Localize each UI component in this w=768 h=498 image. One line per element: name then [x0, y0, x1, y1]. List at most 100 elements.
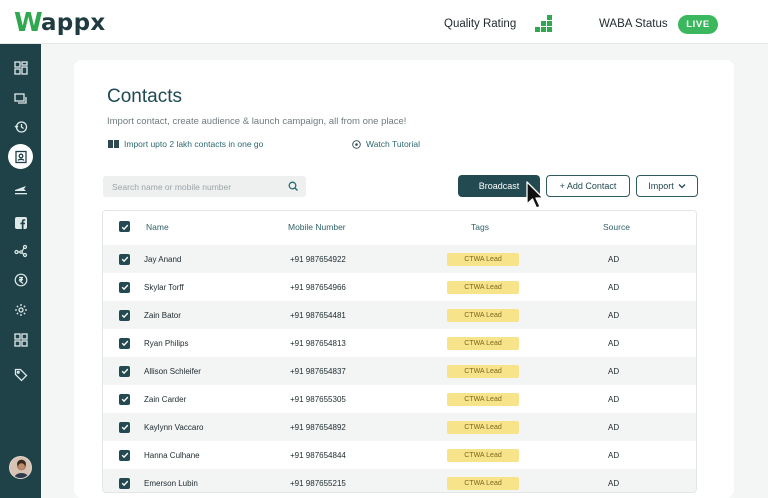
table-row[interactable]: Jay Anand +91 987654922 CTWA Lead AD — [103, 245, 696, 273]
user-avatar[interactable] — [9, 456, 32, 479]
sidebar-item-flows[interactable] — [7, 238, 34, 263]
chevron-down-icon — [678, 184, 686, 189]
checkbox — [119, 281, 130, 293]
tag-cell: CTWA Lead — [447, 441, 519, 469]
app-logo[interactable]: Wappx — [14, 8, 105, 38]
table-row[interactable]: Hanna Culhane +91 987654844 CTWA Lead AD — [103, 441, 696, 469]
live-status-badge: LIVE — [678, 15, 718, 34]
search-input[interactable] — [103, 176, 273, 197]
waba-status-label: WABA Status — [599, 18, 668, 30]
table-header: Name Mobile Number Tags Source — [103, 211, 696, 242]
currency-icon — [14, 273, 27, 286]
sidebar-item-settings[interactable] — [7, 297, 34, 322]
checkbox — [119, 253, 130, 265]
tag-cell: CTWA Lead — [447, 413, 519, 441]
facebook-icon — [14, 216, 27, 229]
contact-mobile: +91 987654481 — [290, 310, 346, 320]
chat-icon — [13, 92, 27, 104]
sidebar-item-payments[interactable] — [7, 267, 34, 292]
contact-mobile: +91 987654966 — [290, 282, 346, 292]
contact-mobile: +91 987654892 — [290, 422, 346, 432]
contact-name: Zain Bator — [144, 310, 181, 320]
select-all-checkbox[interactable] — [119, 211, 130, 242]
tag-badge: CTWA Lead — [447, 280, 519, 294]
tag-cell: CTWA Lead — [447, 301, 519, 329]
row-checkbox[interactable] — [119, 385, 130, 413]
contact-mobile: +91 987654922 — [290, 254, 346, 264]
contact-mobile: +91 987655215 — [290, 478, 346, 488]
row-checkbox[interactable] — [119, 329, 130, 357]
contact-source: AD — [608, 366, 620, 376]
page-subtitle: Import contact, create audience & launch… — [107, 116, 407, 127]
history-icon — [14, 120, 27, 133]
contact-source: AD — [608, 394, 620, 404]
import-button-label: Import — [648, 181, 674, 191]
contact-mobile: +91 987655305 — [290, 394, 346, 404]
sidebar-item-facebook[interactable] — [7, 210, 34, 235]
contacts-icon — [14, 150, 27, 163]
check-icon — [121, 396, 128, 403]
quality-rating-icon — [535, 15, 552, 32]
contact-source: AD — [608, 450, 620, 460]
import-button[interactable]: Import — [636, 175, 698, 197]
row-checkbox[interactable] — [119, 245, 130, 273]
logo-text: appx — [40, 10, 106, 36]
contact-name: Ryan Philips — [144, 338, 189, 348]
check-icon — [121, 284, 128, 291]
page-title: Contacts — [107, 86, 182, 107]
book-icon — [108, 140, 119, 148]
gear-icon — [14, 303, 27, 316]
sidebar-item-history[interactable] — [7, 114, 34, 139]
search-icon[interactable] — [287, 180, 300, 193]
check-icon — [121, 368, 128, 375]
table-row[interactable]: Kaylynn Vaccaro +91 987654892 CTWA Lead AD — [103, 413, 696, 441]
sidebar-item-dashboard[interactable] — [7, 55, 34, 80]
sidebar-item-apps[interactable] — [7, 327, 34, 352]
table-row[interactable]: Emerson Lubin +91 987655215 CTWA Lead AD — [103, 469, 696, 492]
avatar-icon — [13, 459, 30, 478]
sidebar — [0, 44, 41, 498]
row-checkbox[interactable] — [119, 301, 130, 329]
row-checkbox[interactable] — [119, 441, 130, 469]
sidebar-item-chats[interactable] — [7, 86, 34, 111]
column-header-mobile[interactable]: Mobile Number — [288, 211, 346, 242]
table-row[interactable]: Zain Bator +91 987654481 CTWA Lead AD — [103, 301, 696, 329]
campaign-icon — [14, 185, 27, 194]
add-contact-button[interactable]: + Add Contact — [546, 175, 630, 197]
row-checkbox[interactable] — [119, 273, 130, 301]
table-row[interactable]: Skylar Torff +91 987654966 CTWA Lead AD — [103, 273, 696, 301]
watch-tutorial-link[interactable]: Watch Tutorial — [352, 139, 420, 149]
contact-source: AD — [608, 254, 620, 264]
tag-cell: CTWA Lead — [447, 329, 519, 357]
tag-icon — [14, 368, 27, 381]
import-note: Import upto 2 lakh contacts in one go — [108, 139, 263, 149]
tag-cell: CTWA Lead — [447, 469, 519, 492]
contact-name: Kaylynn Vaccaro — [144, 422, 204, 432]
check-icon — [121, 452, 128, 459]
table-row[interactable]: Ryan Philips +91 987654813 CTWA Lead AD — [103, 329, 696, 357]
tag-cell: CTWA Lead — [447, 357, 519, 385]
tag-badge: CTWA Lead — [447, 392, 519, 406]
column-header-name[interactable]: Name — [146, 211, 169, 242]
column-header-source[interactable]: Source — [603, 211, 630, 242]
tag-badge: CTWA Lead — [447, 308, 519, 322]
check-icon — [121, 224, 128, 230]
tag-badge: CTWA Lead — [447, 336, 519, 350]
contact-source: AD — [608, 422, 620, 432]
sidebar-item-tags[interactable] — [7, 362, 34, 387]
tag-badge: CTWA Lead — [447, 476, 519, 490]
tag-badge: CTWA Lead — [447, 364, 519, 378]
column-header-tags[interactable]: Tags — [471, 211, 489, 242]
contact-name: Jay Anand — [144, 254, 182, 264]
sidebar-item-campaigns[interactable] — [7, 176, 34, 201]
table-row[interactable]: Allison Schleifer +91 987654837 CTWA Lead A… — [103, 357, 696, 385]
row-checkbox[interactable] — [119, 469, 130, 492]
sidebar-item-contacts[interactable] — [8, 144, 33, 169]
tag-cell: CTWA Lead — [447, 273, 519, 301]
table-row[interactable]: Zain Carder +91 987655305 CTWA Lead AD — [103, 385, 696, 413]
row-checkbox[interactable] — [119, 357, 130, 385]
contacts-table: Name Mobile Number Tags Source Jay Anand… — [102, 210, 697, 493]
flow-icon — [13, 244, 27, 257]
row-checkbox[interactable] — [119, 413, 130, 441]
contact-source: AD — [608, 282, 620, 292]
